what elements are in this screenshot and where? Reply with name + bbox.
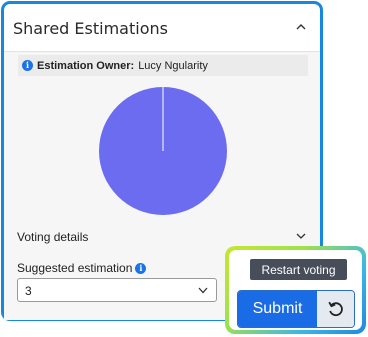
owner-name: Lucy Ngularity: [138, 59, 208, 72]
undo-icon: [327, 301, 343, 317]
select-value: 3: [25, 284, 32, 298]
card-header[interactable]: Shared Estimations: [4, 4, 320, 52]
card-title: Shared Estimations: [13, 19, 168, 38]
chevron-down-icon: [296, 233, 306, 239]
reset-button[interactable]: [317, 291, 354, 327]
votes-pie-chart: [99, 87, 227, 215]
submit-button-group: Submit: [237, 290, 355, 328]
submit-button[interactable]: Submit: [238, 291, 317, 327]
info-icon: i: [22, 60, 33, 71]
restart-voting-button[interactable]: Restart voting: [250, 259, 347, 280]
chevron-up-icon[interactable]: [295, 22, 307, 32]
suggested-estimation-select[interactable]: 3: [17, 278, 217, 302]
owner-label: Estimation Owner:: [37, 59, 135, 72]
action-panel-inner: Restart voting Submit: [229, 250, 362, 330]
chevron-down-icon: [198, 287, 208, 294]
estimation-widget: Shared Estimations i Estimation Owner: L…: [0, 0, 368, 337]
info-icon[interactable]: i: [135, 263, 147, 274]
action-panel: Restart voting Submit: [225, 246, 366, 334]
suggested-estimation-label: Suggested estimation i: [17, 261, 147, 275]
voting-details-label: Voting details: [17, 230, 89, 244]
estimation-owner-bar: i Estimation Owner: Lucy Ngularity: [18, 55, 308, 76]
suggested-estimation-text: Suggested estimation: [17, 261, 133, 275]
